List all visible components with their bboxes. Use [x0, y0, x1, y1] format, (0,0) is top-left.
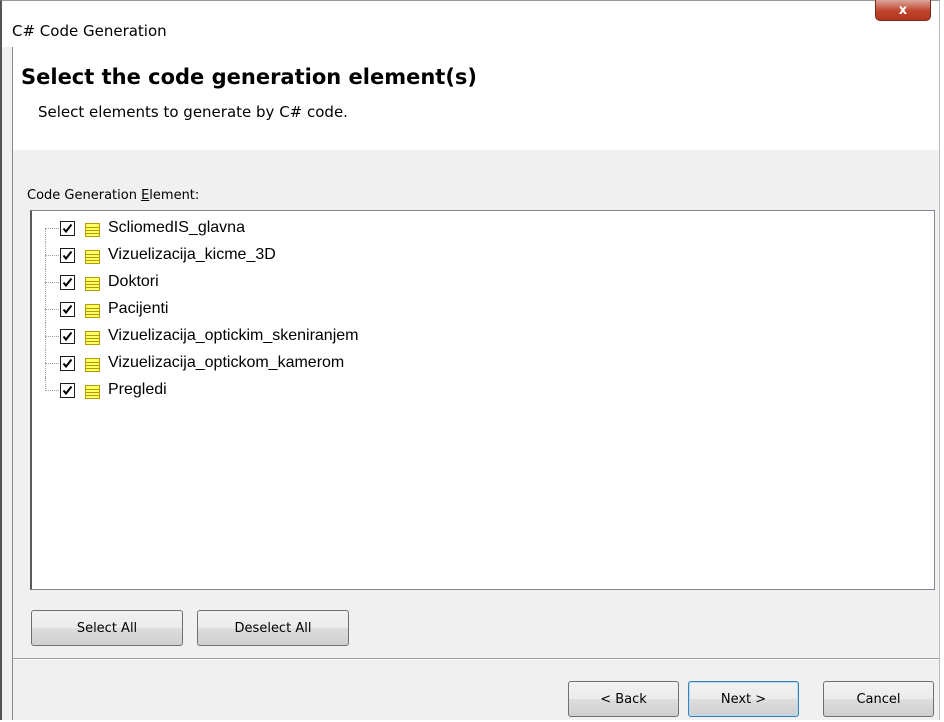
cancel-label: Cancel	[856, 691, 901, 707]
item-checkbox[interactable]	[60, 383, 75, 398]
tree-connector-line	[45, 309, 61, 310]
back-button[interactable]: < Back	[568, 681, 679, 717]
item-checkbox[interactable]	[60, 221, 75, 236]
page-subtitle: Select elements to generate by C# code.	[38, 103, 348, 121]
tree-item-label: ScliomedIS_glavna	[108, 219, 245, 236]
tree-item[interactable]: Pacijenti	[32, 296, 934, 323]
table-icon	[85, 330, 100, 345]
tree-connector-line	[45, 228, 61, 229]
element-list-label: Code Generation Element:	[27, 188, 200, 203]
tree-connector-line	[45, 390, 61, 391]
element-tree-list: ScliomedIS_glavna Vizuelizacija_kicme_3D D…	[32, 215, 934, 404]
tree-item-label: Vizuelizacija_optickom_kamerom	[108, 354, 345, 371]
checkmark-icon	[62, 385, 73, 396]
tree-item[interactable]: Vizuelizacija_optickom_kamerom	[32, 350, 934, 377]
footer-separator	[13, 658, 939, 660]
title-bar[interactable]: C# Code Generation x	[2, 0, 939, 47]
page-title: Select the code generation element(s)	[21, 65, 478, 89]
item-checkbox[interactable]	[60, 275, 75, 290]
item-checkbox[interactable]	[60, 302, 75, 317]
tree-connector-line	[45, 363, 61, 364]
item-checkbox[interactable]	[60, 356, 75, 371]
table-icon	[85, 303, 100, 318]
tree-connector-line	[45, 336, 61, 337]
checkmark-icon	[62, 250, 73, 261]
select-all-button[interactable]: Select All	[31, 610, 183, 646]
element-tree[interactable]: ScliomedIS_glavna Vizuelizacija_kicme_3D D…	[30, 210, 935, 590]
checkmark-icon	[62, 358, 73, 369]
checkmark-icon	[62, 304, 73, 315]
close-button[interactable]: x	[875, 0, 931, 21]
back-label: < Back	[600, 691, 647, 707]
tree-item-label: Pregledi	[108, 381, 167, 398]
tree-item-label: Vizuelizacija_optickim_skeniranjem	[108, 327, 359, 344]
wizard-body: Code Generation Element: ScliomedIS_glav…	[12, 150, 939, 720]
window-title: C# Code Generation	[12, 22, 167, 40]
checkmark-icon	[62, 331, 73, 342]
cancel-button[interactable]: Cancel	[823, 681, 934, 717]
item-checkbox[interactable]	[60, 329, 75, 344]
tree-item-label: Pacijenti	[108, 300, 169, 317]
tree-item-label: Doktori	[108, 273, 159, 290]
select-all-label: Select All	[76, 620, 138, 636]
tree-connector-line	[45, 228, 46, 242]
table-icon	[85, 222, 100, 237]
deselect-all-button[interactable]: Deselect All	[197, 610, 349, 646]
table-icon	[85, 249, 100, 264]
tree-item[interactable]: Doktori	[32, 269, 934, 296]
tree-item[interactable]: Vizuelizacija_optickim_skeniranjem	[32, 323, 934, 350]
tree-item[interactable]: Pregledi	[32, 377, 934, 404]
table-icon	[85, 276, 100, 291]
next-label: Next >	[720, 691, 767, 707]
tree-connector-line	[45, 255, 61, 256]
next-button[interactable]: Next >	[688, 681, 799, 717]
close-icon: x	[898, 2, 908, 18]
dialog-window: C# Code Generation x Select the code gen…	[0, 0, 940, 720]
table-icon	[85, 384, 100, 399]
tree-connector-line	[45, 377, 46, 391]
tree-item[interactable]: ScliomedIS_glavna	[32, 215, 934, 242]
checkmark-icon	[62, 277, 73, 288]
tree-item[interactable]: Vizuelizacija_kicme_3D	[32, 242, 934, 269]
wizard-header: Select the code generation element(s) Se…	[12, 47, 939, 151]
item-checkbox[interactable]	[60, 248, 75, 263]
tree-item-label: Vizuelizacija_kicme_3D	[108, 246, 276, 263]
checkmark-icon	[62, 223, 73, 234]
table-icon	[85, 357, 100, 372]
deselect-all-label: Deselect All	[234, 620, 312, 636]
tree-connector-line	[45, 282, 61, 283]
